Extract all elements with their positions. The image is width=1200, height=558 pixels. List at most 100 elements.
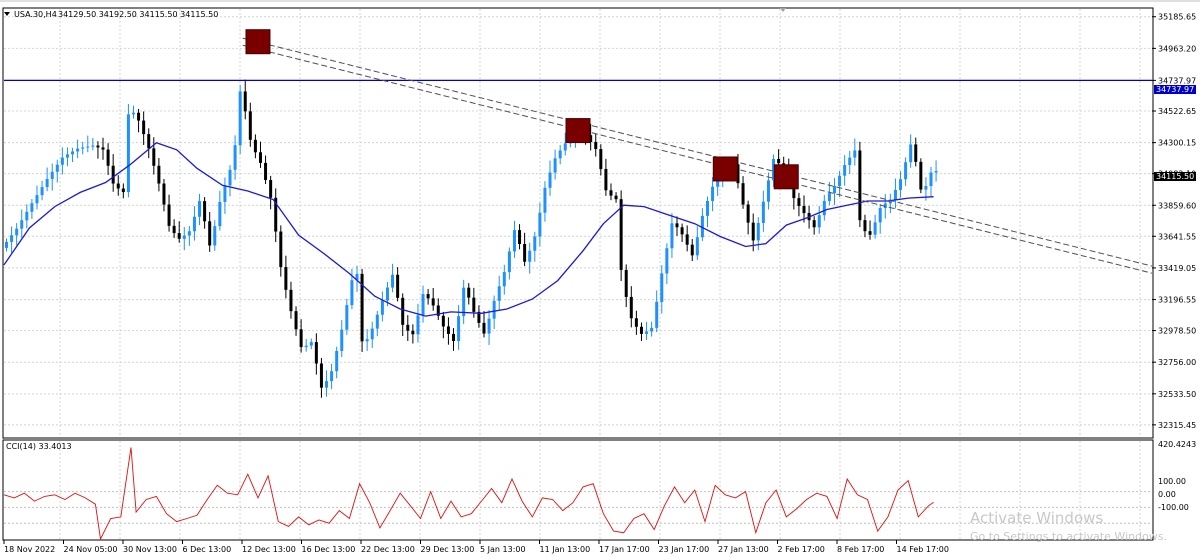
candle-body xyxy=(350,280,354,306)
candle-body xyxy=(55,164,59,172)
cci-label: CCI(14) 33.4013 xyxy=(6,442,72,451)
candle-body xyxy=(827,193,831,201)
candle-body xyxy=(838,175,842,187)
candle-body xyxy=(116,183,120,189)
price-tick-label: 34522.65 xyxy=(1158,107,1196,116)
candle-body xyxy=(182,235,186,239)
candle-body xyxy=(858,150,862,221)
candle-body xyxy=(457,316,461,342)
candle-body xyxy=(142,120,146,135)
candle-body xyxy=(223,185,227,202)
candle-body xyxy=(802,205,806,214)
candle-body xyxy=(167,204,171,226)
price-tick-label: 34300.15 xyxy=(1158,139,1196,148)
price-tick-label: 32756.00 xyxy=(1158,358,1196,367)
candle-body xyxy=(751,222,755,241)
time-tick-label: 22 Dec 13:00 xyxy=(361,545,415,554)
candle-body xyxy=(655,301,659,328)
candle-body xyxy=(370,328,374,340)
candle-body xyxy=(690,244,694,256)
candle-body xyxy=(309,342,313,346)
candle-body xyxy=(228,169,232,186)
time-tick-label: 24 Nov 05:00 xyxy=(64,545,118,554)
cci-level-100: 100.00 xyxy=(1158,477,1186,486)
candle-body xyxy=(761,201,765,223)
signal-marker xyxy=(565,118,591,144)
candle-body xyxy=(101,147,105,150)
signal-marker xyxy=(773,164,799,190)
candle-body xyxy=(340,329,344,351)
candle-body xyxy=(106,149,110,166)
candle-body xyxy=(391,274,395,288)
candle-body xyxy=(914,144,918,162)
candle-body xyxy=(111,165,115,184)
candle-body xyxy=(60,157,64,165)
candle-body xyxy=(741,183,745,205)
candle-body xyxy=(497,286,501,301)
time-tick-label: 8 Feb 17:00 xyxy=(837,545,884,554)
candle-body xyxy=(264,162,268,180)
candle-body xyxy=(868,231,872,235)
candle-body xyxy=(929,172,933,187)
candle-body xyxy=(243,91,247,112)
candle-body xyxy=(325,381,329,388)
candle-body xyxy=(208,221,212,246)
candle-body xyxy=(893,189,897,200)
candle-body xyxy=(472,297,476,312)
candle-body xyxy=(685,234,689,245)
candle-body xyxy=(45,179,49,188)
candle-body xyxy=(416,315,420,335)
candle-body xyxy=(533,236,537,251)
signal-marker xyxy=(245,29,271,55)
candle-body xyxy=(614,195,618,200)
candle-body xyxy=(192,216,196,232)
candle-body xyxy=(330,371,334,382)
candle-body xyxy=(385,287,389,301)
candle-body xyxy=(314,342,318,364)
chart-header: USA.30,H4 34129.50 34192.50 34115.50 341… xyxy=(4,10,218,19)
candle-body xyxy=(365,339,369,342)
price-tick-label: 32978.50 xyxy=(1158,327,1196,336)
candle-body xyxy=(431,298,435,306)
candle-body xyxy=(421,294,425,316)
cci-top-value: 420.4243 xyxy=(1158,440,1196,449)
candle-body xyxy=(609,190,613,196)
price-tick-label: 33419.05 xyxy=(1158,264,1196,273)
candle-body xyxy=(553,158,557,173)
candle-body xyxy=(401,297,405,325)
candle-body xyxy=(604,168,608,191)
candle-body xyxy=(848,157,852,166)
candle-body xyxy=(65,154,69,158)
candle-body xyxy=(20,220,24,229)
candle-body xyxy=(441,315,445,327)
candle-body xyxy=(777,159,781,164)
candle-body xyxy=(599,149,603,169)
candle-body xyxy=(670,223,674,249)
candle-body xyxy=(746,204,750,223)
candle-body xyxy=(650,327,654,332)
candle-body xyxy=(538,212,542,237)
activation-watermark-subtitle: Go to Settings to activate Windows. xyxy=(970,530,1167,543)
price-tick-label: 32533.50 xyxy=(1158,390,1196,399)
candle-body xyxy=(319,363,323,388)
candle-body xyxy=(507,251,511,273)
candle-body xyxy=(660,273,664,302)
candle-body xyxy=(40,187,44,196)
candle-body xyxy=(233,145,237,170)
candle-body xyxy=(899,179,903,190)
candle-body xyxy=(203,201,207,222)
candle-body xyxy=(248,111,252,140)
candle-body xyxy=(904,162,908,180)
candle-body xyxy=(548,172,552,188)
candle-body xyxy=(756,223,760,241)
candle-body xyxy=(873,222,877,235)
candle-body xyxy=(396,274,400,298)
candle-body xyxy=(91,145,95,147)
candle-body xyxy=(446,326,450,334)
candle-body xyxy=(131,112,135,115)
candle-body xyxy=(467,287,471,298)
trading-chart[interactable]: 35185.65 34963.20 34737.97 34522.65 34300.15… xyxy=(0,0,1200,558)
candle-body xyxy=(512,230,516,252)
hline-price-text: 34737.97 xyxy=(1156,85,1194,94)
candle-body xyxy=(375,314,379,329)
